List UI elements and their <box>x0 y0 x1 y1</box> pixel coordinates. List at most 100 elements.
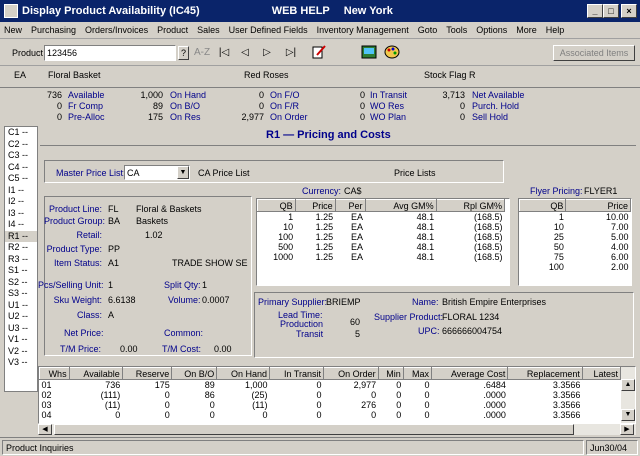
unit-text: EA <box>14 70 27 80</box>
whs_table-header[interactable]: Reserve <box>121 367 173 380</box>
menu-inventory-management[interactable]: Inventory Management <box>317 25 409 35</box>
horizontal-scrollbar[interactable]: ◀ ▶ <box>38 424 636 435</box>
flyer_table-row[interactable]: 1 10.00 <box>520 212 631 223</box>
whs_table-row[interactable]: 04 0 0 0 0 0 0 0 0 .0000 3.3566 <box>40 410 621 420</box>
section-item[interactable]: I3 -- <box>5 208 37 220</box>
menu-user-defined-fields[interactable]: User Defined Fields <box>229 25 308 35</box>
whs_table-row[interactable]: 03 (11) 0 0 (11) 0 276 0 0 .0000 3.3566 <box>40 400 621 410</box>
web-help-label[interactable]: WEB HELP <box>272 5 330 17</box>
menu-sales[interactable]: Sales <box>197 25 220 35</box>
flyer_table-row[interactable]: 100 2.00 <box>520 262 631 272</box>
section-item[interactable]: U2 -- <box>5 311 37 323</box>
section-item[interactable]: I4 -- <box>5 219 37 231</box>
maximize-button[interactable]: □ <box>603 4 619 18</box>
whs_table-cell: (25) <box>251 390 268 400</box>
flyer_table-row[interactable]: 10 7.00 <box>520 222 631 232</box>
first-record-button[interactable]: |◁ <box>215 45 233 61</box>
price_table-row[interactable]: 1 1.25 EA 48.1 (168.5) <box>258 212 505 223</box>
flyer_table-row[interactable]: 25 5.00 <box>520 232 631 242</box>
whs_table-header[interactable]: Max <box>402 367 433 380</box>
whs_table-row[interactable]: 01 736 175 89 1,000 0 2,977 0 0 .6484 3.3566 <box>40 380 621 391</box>
next-record-button[interactable]: ▷ <box>258 45 276 61</box>
section-item[interactable]: I1 -- <box>5 185 37 197</box>
whs_table-header[interactable]: Latest <box>581 367 622 380</box>
sort-az-button[interactable]: A-Z <box>193 45 211 61</box>
section-item[interactable]: C4 -- <box>5 162 37 174</box>
whs_table-header[interactable]: In Transit <box>268 367 324 380</box>
whs_table-header[interactable]: Min <box>377 367 404 380</box>
section-item[interactable]: U3 -- <box>5 323 37 335</box>
whs_table-header[interactable]: Whs <box>39 367 70 380</box>
whs_table-header[interactable]: Available <box>68 367 123 380</box>
scroll-up-button[interactable]: ▲ <box>621 379 635 391</box>
palette-icon[interactable] <box>383 45 401 61</box>
price_table-cell: (168.5) <box>473 232 503 242</box>
menu-goto[interactable]: Goto <box>418 25 438 35</box>
menu-options[interactable]: Options <box>476 25 507 35</box>
section-item[interactable]: V2 -- <box>5 346 37 358</box>
section-item[interactable]: I2 -- <box>5 196 37 208</box>
section-item[interactable]: C1 -- <box>5 127 37 139</box>
section-item-selected[interactable]: R1 -- <box>5 230 37 242</box>
price_table-header[interactable]: QB <box>257 199 296 212</box>
whs_table-header[interactable]: Replacement <box>507 367 583 380</box>
chevron-down-icon[interactable]: ▼ <box>177 166 189 179</box>
menu-purchasing[interactable]: Purchasing <box>31 25 76 35</box>
menu-new[interactable]: New <box>4 25 22 35</box>
image-view-icon[interactable] <box>360 45 378 61</box>
whs_table-header[interactable]: On Order <box>322 367 379 380</box>
section-item[interactable]: C5 -- <box>5 173 37 185</box>
associated-items-button[interactable]: Associated Items <box>553 45 635 61</box>
scroll-right-button[interactable]: ▶ <box>620 424 634 435</box>
close-button[interactable]: × <box>621 4 637 18</box>
flyer_table-header[interactable]: Price <box>565 199 631 212</box>
section-item[interactable]: S1 -- <box>5 265 37 277</box>
menu-help[interactable]: Help <box>546 25 565 35</box>
section-item[interactable]: S3 -- <box>5 288 37 300</box>
price_table-header[interactable]: Avg GM% <box>364 199 437 212</box>
minimize-button[interactable]: _ <box>587 4 603 18</box>
sku-weight-label: Sku Weight: <box>53 295 102 305</box>
section-item[interactable]: R3 -- <box>5 254 37 266</box>
price_table-row[interactable]: 100 1.25 EA 48.1 (168.5) <box>258 232 505 242</box>
price_table-row[interactable]: 10 1.25 EA 48.1 (168.5) <box>258 222 505 232</box>
price_table-header[interactable]: Rpl GM% <box>435 199 506 212</box>
flyer_table-header[interactable]: QB <box>519 199 567 212</box>
whs_table-header[interactable]: Average Cost <box>431 367 509 380</box>
flyer_table-row[interactable]: 50 4.00 <box>520 242 631 252</box>
whs_table-header[interactable]: On B/O <box>171 367 218 380</box>
section-item[interactable]: C3 -- <box>5 150 37 162</box>
price_table-cell: 1.25 <box>315 252 334 262</box>
menu-more[interactable]: More <box>516 25 537 35</box>
edit-note-icon[interactable] <box>310 45 328 61</box>
section-item[interactable]: C2 -- <box>5 139 37 151</box>
prev-record-button[interactable]: ◁ <box>236 45 254 61</box>
section-item[interactable]: U1 -- <box>5 300 37 312</box>
price_table-row[interactable]: 500 1.25 EA 48.1 (168.5) <box>258 242 505 252</box>
whs_table-cell: 04 <box>41 410 52 420</box>
primary-supplier-label: Primary Supplier: <box>258 297 328 307</box>
section-item[interactable]: V3 -- <box>5 357 37 369</box>
last-record-button[interactable]: ▷| <box>282 45 300 61</box>
section-item[interactable]: R2 -- <box>5 242 37 254</box>
flyer_table-row[interactable]: 75 6.00 <box>520 252 631 262</box>
menu-product[interactable]: Product <box>157 25 188 35</box>
scroll-down-button[interactable]: ▼ <box>621 409 635 421</box>
warehouse-scrollbar[interactable]: ▲ ▼ <box>621 367 635 423</box>
menu-orders-invoices[interactable]: Orders/Invoices <box>85 25 148 35</box>
whs_table-row[interactable]: 02 (111) 0 86 (25) 0 0 0 0 .0000 3.3566 <box>40 390 621 400</box>
product-input[interactable] <box>44 45 176 61</box>
price_table-row[interactable]: 1000 1.25 EA 48.1 (168.5) <box>258 252 505 262</box>
price_table-header[interactable]: Per <box>334 199 366 212</box>
price-lists-link[interactable]: Price Lists <box>394 168 436 178</box>
section-item[interactable]: V1 -- <box>5 334 37 346</box>
price_table-header[interactable]: Price <box>294 199 336 212</box>
scroll-left-button[interactable]: ◀ <box>38 424 52 435</box>
whs_table-header[interactable]: On Hand <box>216 367 270 380</box>
section-item[interactable]: S2 -- <box>5 277 37 289</box>
whs_table-cell: 01 <box>41 380 52 390</box>
scroll-thumb[interactable] <box>54 424 574 435</box>
menu-tools[interactable]: Tools <box>446 25 467 35</box>
master-price-select[interactable]: CA ▼ <box>124 165 190 180</box>
help-lookup-button[interactable]: ? <box>178 46 189 60</box>
